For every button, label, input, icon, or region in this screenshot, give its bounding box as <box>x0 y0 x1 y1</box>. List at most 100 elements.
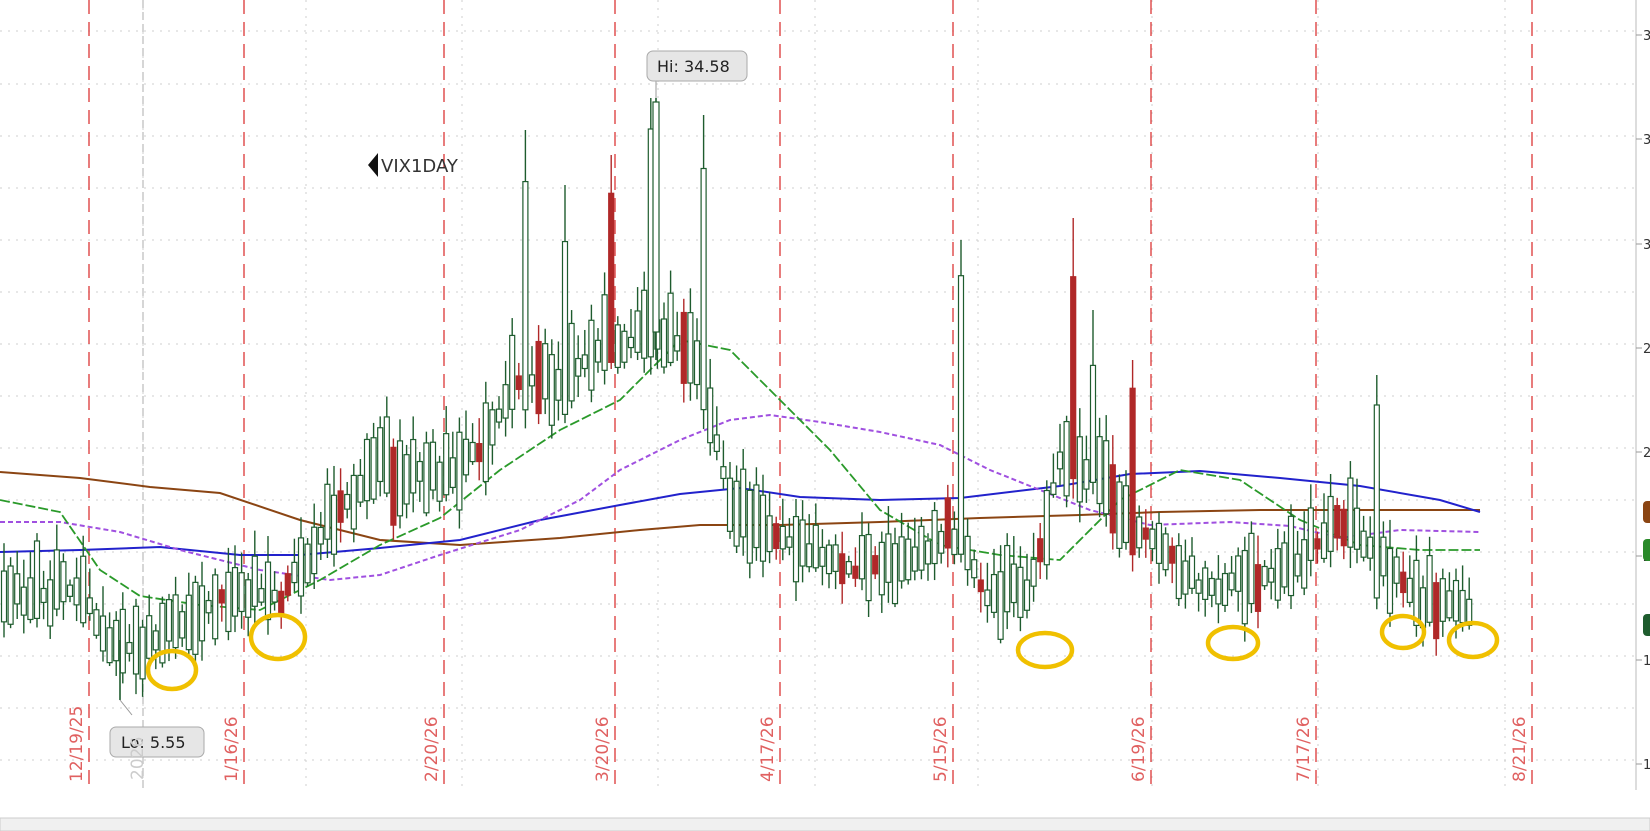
candle-body <box>258 588 265 603</box>
candle-body <box>146 615 153 659</box>
x-tick-label: 12/19/25 <box>67 706 87 782</box>
candle-body <box>674 335 681 352</box>
candle-body <box>773 523 780 550</box>
candle-body <box>680 311 687 384</box>
candle-body <box>1221 572 1229 606</box>
candle-body <box>27 577 34 621</box>
candle-body <box>225 571 232 633</box>
candle-body <box>1340 508 1347 547</box>
candle-body <box>1182 560 1189 595</box>
candle-body <box>1400 571 1407 594</box>
candle-body <box>1446 590 1453 619</box>
candle-body <box>806 543 813 568</box>
symbol-name: VIX1DAY <box>381 156 459 177</box>
candle-body <box>1004 544 1011 613</box>
candle-body <box>918 525 925 571</box>
horizontal-scrollbar[interactable] <box>0 817 1650 831</box>
candle-body <box>1195 579 1202 594</box>
candle-body <box>1268 567 1275 583</box>
candle-body <box>1307 507 1314 561</box>
candle-body <box>1360 530 1367 558</box>
candle-body <box>172 594 179 649</box>
candle-body <box>53 549 60 610</box>
candle-body <box>1413 559 1420 627</box>
x-tick-label: 8/21/26 <box>1510 716 1530 782</box>
candle-body <box>713 434 720 453</box>
candle-body <box>1373 404 1380 599</box>
candle-body <box>33 540 41 620</box>
candle-body <box>911 546 918 572</box>
candle-body <box>614 324 621 369</box>
candle-body <box>495 408 503 423</box>
candle-body <box>924 540 932 565</box>
candle-body <box>733 480 740 547</box>
candle-body <box>469 441 476 463</box>
candle-body <box>1248 532 1255 605</box>
candle-body <box>14 573 21 605</box>
vix1day-chart[interactable]: 12/19/25 1/16/26 2/20/26 3/20/26 4/17/26 5/15… <box>0 0 1650 831</box>
candle-body <box>555 368 562 401</box>
candle-body <box>957 275 965 555</box>
candle-body <box>1096 436 1103 505</box>
candle-body <box>568 322 575 402</box>
candle-body <box>535 340 542 415</box>
candle-body <box>878 541 885 596</box>
candle-body <box>1076 436 1083 503</box>
candle-body <box>759 494 767 562</box>
candle-body <box>416 460 423 482</box>
candle-body <box>1314 538 1321 550</box>
y-tick-label: 3 <box>1643 238 1650 253</box>
candle-body <box>198 585 206 642</box>
candle-body <box>1228 572 1235 591</box>
candle-body <box>1367 536 1374 559</box>
candle-body <box>99 615 107 652</box>
candle-body <box>192 581 199 655</box>
candle-body <box>885 533 892 583</box>
candle-body <box>1353 507 1361 550</box>
candle-body <box>700 167 707 411</box>
candle-body <box>726 477 734 532</box>
candle-body <box>832 544 839 572</box>
candle-body <box>66 584 74 597</box>
candle-body <box>462 438 470 476</box>
candle-body <box>152 630 159 651</box>
candle-body <box>436 461 443 502</box>
candle-body <box>93 609 100 636</box>
candle-body <box>1459 589 1466 624</box>
x-tick-label: 5/15/26 <box>931 716 951 782</box>
candle-body <box>205 599 212 614</box>
candle-body <box>330 494 338 555</box>
x-tick-label: 6/19/26 <box>1129 716 1149 782</box>
candle-body <box>1116 481 1123 549</box>
candle-body <box>410 438 417 494</box>
candle-body <box>509 334 516 410</box>
candle-body <box>1149 528 1156 550</box>
candle-body <box>792 515 800 583</box>
candle-body <box>238 572 245 613</box>
y-tick-label: 1 <box>1643 654 1650 669</box>
candle-body <box>1169 545 1176 564</box>
price-marker-badge <box>1643 501 1650 523</box>
candle-body <box>766 515 773 553</box>
candle-body <box>581 354 588 370</box>
candle-body <box>344 493 351 510</box>
candle-body <box>660 318 668 368</box>
candle-body <box>819 546 826 567</box>
candle-body <box>1070 276 1077 480</box>
candle-body <box>1215 578 1222 605</box>
candle-body <box>1261 565 1268 587</box>
candle-body <box>139 626 146 680</box>
candle-body <box>1334 505 1341 539</box>
candle-body <box>7 565 14 625</box>
candle-body <box>132 605 140 675</box>
candle-body <box>126 641 133 654</box>
candle-body <box>179 611 186 639</box>
candle-body <box>456 431 463 511</box>
candle-body <box>1426 555 1433 623</box>
candle-body <box>977 579 984 593</box>
candle-body <box>931 509 938 565</box>
x-tick-label: 3/20/26 <box>593 716 613 782</box>
candle-body <box>746 489 753 564</box>
candle-body <box>641 289 648 359</box>
candle-body <box>997 571 1004 640</box>
